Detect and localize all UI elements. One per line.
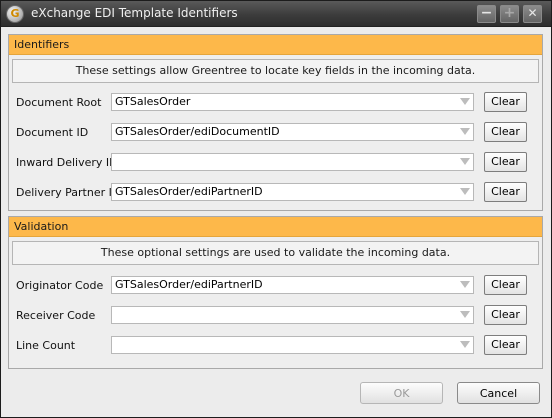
clear-document-root-button[interactable]: Clear	[484, 92, 527, 112]
dropdown-arrow-icon[interactable]	[460, 281, 470, 288]
dropdown-arrow-icon[interactable]	[460, 98, 470, 105]
document-root-label: Document Root	[16, 96, 102, 109]
validation-section: Validation These optional settings are u…	[8, 216, 543, 369]
identifiers-section: Identifiers These settings allow Greentr…	[8, 34, 543, 211]
document-root-value: GTSalesOrder	[115, 95, 191, 108]
clear-document-id-button[interactable]: Clear	[484, 122, 527, 142]
originator-code-value: GTSalesOrder/ediPartnerID	[115, 278, 263, 291]
clear-line-count-button[interactable]: Clear	[484, 335, 527, 355]
document-root-combo[interactable]: GTSalesOrder	[111, 93, 474, 111]
minimize-button[interactable]: −	[477, 5, 496, 23]
line-count-label: Line Count	[16, 339, 76, 352]
clear-delivery-partner-id-button[interactable]: Clear	[484, 182, 527, 202]
clear-originator-code-button[interactable]: Clear	[484, 275, 527, 295]
document-id-label: Document ID	[16, 126, 89, 139]
delivery-partner-id-combo[interactable]: GTSalesOrder/ediPartnerID	[111, 183, 474, 201]
ok-button[interactable]: OK	[360, 382, 443, 404]
line-count-combo[interactable]	[111, 336, 474, 354]
app-logo-icon: G	[6, 5, 24, 23]
identifiers-header: Identifiers	[9, 35, 542, 55]
dropdown-arrow-icon[interactable]	[460, 341, 470, 348]
receiver-code-label: Receiver Code	[16, 309, 96, 322]
document-id-combo[interactable]: GTSalesOrder/ediDocumentID	[111, 123, 474, 141]
dropdown-arrow-icon[interactable]	[460, 188, 470, 195]
inward-delivery-id-label: Inward Delivery ID	[16, 156, 118, 169]
maximize-button[interactable]: +	[500, 5, 519, 23]
close-button[interactable]: ✕	[523, 5, 542, 23]
identifiers-info: These settings allow Greentree to locate…	[12, 59, 539, 83]
clear-inward-delivery-id-button[interactable]: Clear	[484, 152, 527, 172]
inward-delivery-id-combo[interactable]	[111, 153, 474, 171]
clear-receiver-code-button[interactable]: Clear	[484, 305, 527, 325]
validation-header: Validation	[9, 217, 542, 237]
dropdown-arrow-icon[interactable]	[460, 158, 470, 165]
originator-code-combo[interactable]: GTSalesOrder/ediPartnerID	[111, 276, 474, 294]
document-id-value: GTSalesOrder/ediDocumentID	[115, 125, 280, 138]
delivery-partner-id-label: Delivery Partner ID	[16, 186, 121, 199]
cancel-button[interactable]: Cancel	[457, 382, 540, 404]
validation-info: These optional settings are used to vali…	[12, 241, 539, 265]
dialog-window: G eXchange EDI Template Identifiers − + …	[0, 0, 552, 418]
dropdown-arrow-icon[interactable]	[460, 128, 470, 135]
title-bar[interactable]: G eXchange EDI Template Identifiers − + …	[1, 1, 551, 27]
delivery-partner-id-value: GTSalesOrder/ediPartnerID	[115, 185, 263, 198]
window-title: eXchange EDI Template Identifiers	[31, 6, 238, 20]
dropdown-arrow-icon[interactable]	[460, 311, 470, 318]
receiver-code-combo[interactable]	[111, 306, 474, 324]
originator-code-label: Originator Code	[16, 279, 104, 292]
